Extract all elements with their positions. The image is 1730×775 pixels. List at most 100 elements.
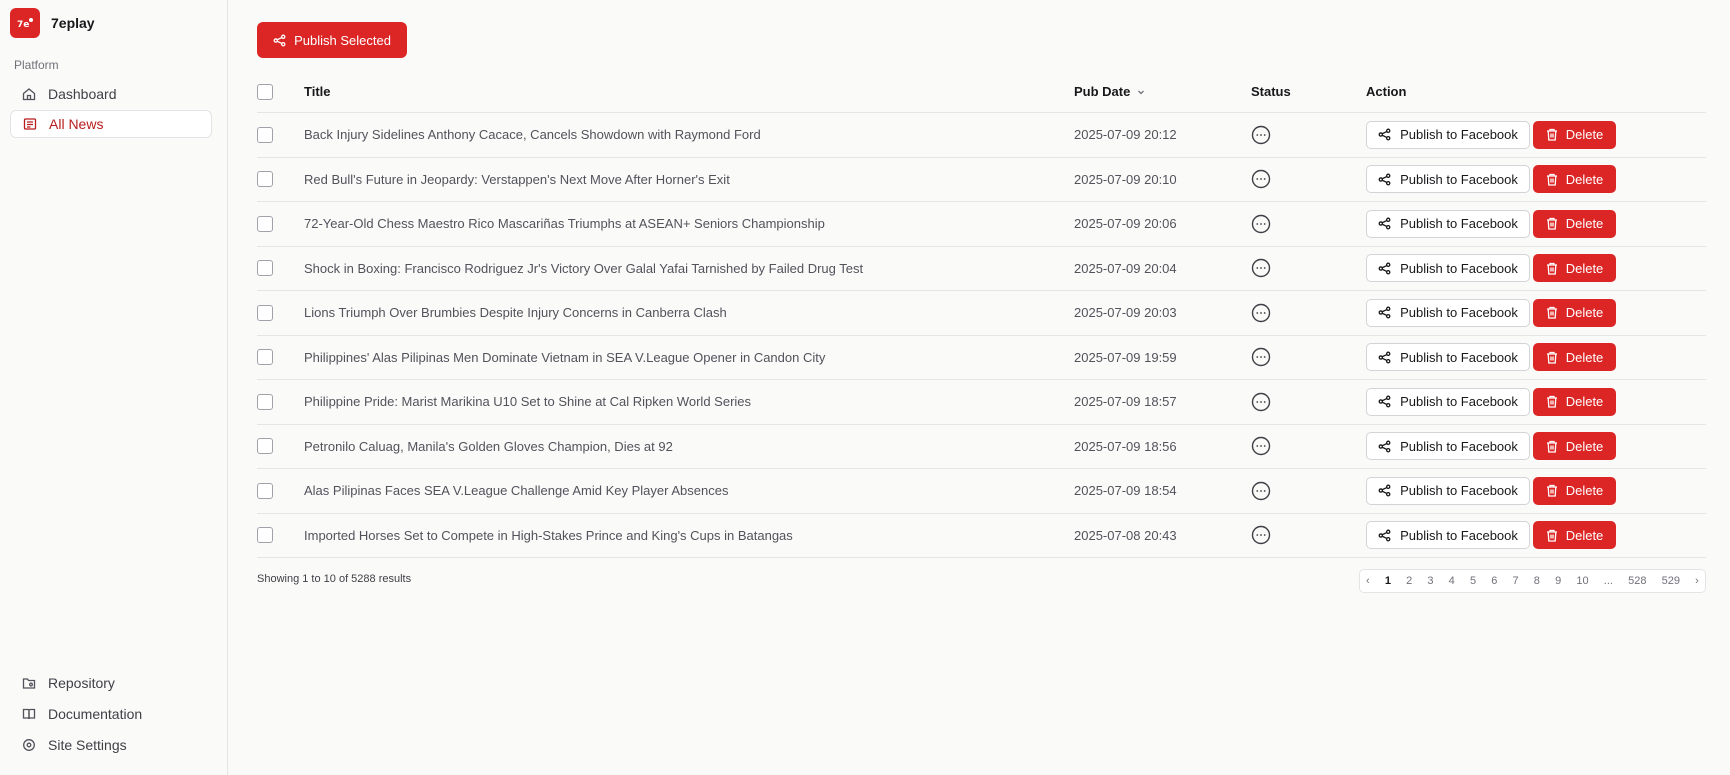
row-title[interactable]: 72-Year-Old Chess Maestro Rico Mascariña… bbox=[304, 202, 1004, 246]
publish-to-facebook-button[interactable]: Publish to Facebook bbox=[1366, 209, 1530, 238]
page-button[interactable]: 9 bbox=[1555, 575, 1561, 587]
page-button[interactable]: 7 bbox=[1513, 575, 1519, 587]
sidebar-item-label: Documentation bbox=[48, 706, 143, 722]
page-button[interactable]: 4 bbox=[1449, 575, 1455, 587]
row-pub-date: 2025-07-09 20:10 bbox=[1074, 171, 1177, 187]
delete-button[interactable]: Delete bbox=[1533, 521, 1616, 550]
page-button[interactable]: 2 bbox=[1406, 575, 1412, 587]
delete-button[interactable]: Delete bbox=[1533, 387, 1616, 416]
publish-to-facebook-label: Publish to Facebook bbox=[1400, 260, 1518, 276]
row-checkbox[interactable] bbox=[257, 482, 273, 499]
publish-to-facebook-button[interactable]: Publish to Facebook bbox=[1366, 120, 1530, 149]
row-checkbox[interactable] bbox=[257, 527, 273, 544]
sidebar-item-repository[interactable]: Repository bbox=[10, 669, 212, 697]
column-header-status: Status bbox=[1251, 84, 1291, 99]
row-title[interactable]: Imported Horses Set to Compete in High-S… bbox=[304, 514, 1004, 558]
row-pub-date: 2025-07-09 20:03 bbox=[1074, 305, 1177, 321]
row-title[interactable]: Lions Triumph Over Brumbies Despite Inju… bbox=[304, 291, 1004, 335]
row-title[interactable]: Petronilo Caluag, Manila's Golden Gloves… bbox=[304, 425, 1004, 469]
sidebar-item-dashboard[interactable]: Dashboard bbox=[10, 80, 212, 108]
publish-to-facebook-label: Publish to Facebook bbox=[1400, 438, 1518, 454]
row-checkbox[interactable] bbox=[257, 260, 273, 277]
publish-to-facebook-button[interactable]: Publish to Facebook bbox=[1366, 343, 1530, 372]
row-checkbox[interactable] bbox=[257, 304, 273, 321]
status-pending-icon bbox=[1251, 436, 1271, 456]
delete-label: Delete bbox=[1565, 527, 1604, 543]
page-button[interactable]: 528 bbox=[1628, 575, 1646, 587]
publish-to-facebook-label: Publish to Facebook bbox=[1400, 305, 1518, 321]
publish-to-facebook-button[interactable]: Publish to Facebook bbox=[1366, 476, 1530, 505]
prev-page-button[interactable]: ‹ bbox=[1366, 575, 1370, 587]
delete-label: Delete bbox=[1565, 483, 1604, 499]
row-title[interactable]: Back Injury Sidelines Anthony Cacace, Ca… bbox=[304, 113, 1004, 157]
page-button[interactable]: 529 bbox=[1662, 575, 1680, 587]
row-title[interactable]: Shock in Boxing: Francisco Rodriguez Jr'… bbox=[304, 247, 1004, 291]
page-button[interactable]: 8 bbox=[1534, 575, 1540, 587]
sidebar-item-all-news[interactable]: All News bbox=[10, 110, 212, 138]
delete-button[interactable]: Delete bbox=[1533, 298, 1616, 327]
table-row: Alas Pilipinas Faces SEA V.League Challe… bbox=[257, 469, 1706, 514]
pagination: ‹ 1 2 3 4 5 6 7 8 9 10... 528 529 › bbox=[1359, 569, 1706, 593]
row-title[interactable]: Red Bull's Future in Jeopardy: Verstappe… bbox=[304, 158, 1004, 202]
delete-button[interactable]: Delete bbox=[1533, 476, 1616, 505]
publish-to-facebook-button[interactable]: Publish to Facebook bbox=[1366, 298, 1530, 327]
page-button[interactable]: 5 bbox=[1470, 575, 1476, 587]
share-icon bbox=[1378, 529, 1391, 542]
publish-to-facebook-button[interactable]: Publish to Facebook bbox=[1366, 432, 1530, 461]
next-page-button[interactable]: › bbox=[1695, 575, 1699, 587]
delete-button[interactable]: Delete bbox=[1533, 432, 1616, 461]
share-icon bbox=[1378, 173, 1391, 186]
delete-button[interactable]: Delete bbox=[1533, 165, 1616, 194]
row-pub-date: 2025-07-09 20:12 bbox=[1074, 127, 1177, 143]
publish-to-facebook-button[interactable]: Publish to Facebook bbox=[1366, 387, 1530, 416]
status-pending-icon bbox=[1251, 125, 1271, 145]
row-title[interactable]: Philippine Pride: Marist Marikina U10 Se… bbox=[304, 380, 1004, 424]
row-checkbox[interactable] bbox=[257, 171, 273, 188]
row-checkbox[interactable] bbox=[257, 349, 273, 366]
publish-to-facebook-button[interactable]: Publish to Facebook bbox=[1366, 254, 1530, 283]
sidebar-item-site-settings[interactable]: Site Settings bbox=[10, 731, 212, 759]
select-all-checkbox[interactable] bbox=[257, 83, 273, 100]
trash-icon bbox=[1546, 440, 1558, 453]
table-row: Shock in Boxing: Francisco Rodriguez Jr'… bbox=[257, 247, 1706, 291]
chevron-down-icon bbox=[1136, 87, 1146, 97]
row-title[interactable]: Alas Pilipinas Faces SEA V.League Challe… bbox=[304, 469, 1004, 513]
row-pub-date: 2025-07-09 18:56 bbox=[1074, 438, 1177, 454]
publish-to-facebook-button[interactable]: Publish to Facebook bbox=[1366, 521, 1530, 550]
delete-button[interactable]: Delete bbox=[1533, 209, 1616, 238]
brand[interactable]: 7e 7eplay bbox=[10, 8, 95, 38]
delete-button[interactable]: Delete bbox=[1533, 120, 1616, 149]
column-header-pub-date-label: Pub Date bbox=[1074, 84, 1131, 99]
row-checkbox[interactable] bbox=[257, 438, 273, 455]
row-checkbox[interactable] bbox=[257, 215, 273, 232]
status-pending-icon bbox=[1251, 525, 1271, 545]
page-button[interactable]: 10 bbox=[1576, 575, 1588, 587]
publish-selected-button[interactable]: Publish Selected bbox=[257, 22, 407, 58]
share-icon bbox=[1378, 440, 1391, 453]
row-checkbox[interactable] bbox=[257, 393, 273, 410]
row-checkbox[interactable] bbox=[257, 126, 273, 143]
sidebar-item-label: All News bbox=[49, 116, 104, 132]
folder-git-icon bbox=[22, 676, 36, 690]
sidebar-item-documentation[interactable]: Documentation bbox=[10, 700, 212, 728]
page-button[interactable]: 6 bbox=[1491, 575, 1497, 587]
row-title[interactable]: Philippines' Alas Pilipinas Men Dominate… bbox=[304, 336, 1004, 380]
app-name: 7eplay bbox=[51, 15, 95, 31]
publish-to-facebook-button[interactable]: Publish to Facebook bbox=[1366, 165, 1530, 194]
share-icon bbox=[1378, 395, 1391, 408]
trash-icon bbox=[1546, 173, 1558, 186]
page-button[interactable]: 1 bbox=[1385, 575, 1391, 587]
page-button[interactable]: 3 bbox=[1427, 575, 1433, 587]
pagination-ellipsis: ... bbox=[1603, 575, 1613, 587]
delete-button[interactable]: Delete bbox=[1533, 343, 1616, 372]
table-row: Imported Horses Set to Compete in High-S… bbox=[257, 514, 1706, 558]
delete-button[interactable]: Delete bbox=[1533, 254, 1616, 283]
column-header-pub-date[interactable]: Pub Date bbox=[1074, 71, 1234, 112]
share-icon bbox=[273, 34, 286, 47]
trash-icon bbox=[1546, 128, 1558, 141]
sidebar-section-label: Platform bbox=[14, 58, 59, 72]
delete-label: Delete bbox=[1565, 216, 1604, 232]
trash-icon bbox=[1546, 217, 1558, 230]
table-row: Back Injury Sidelines Anthony Cacace, Ca… bbox=[257, 113, 1706, 158]
publish-to-facebook-label: Publish to Facebook bbox=[1400, 171, 1518, 187]
